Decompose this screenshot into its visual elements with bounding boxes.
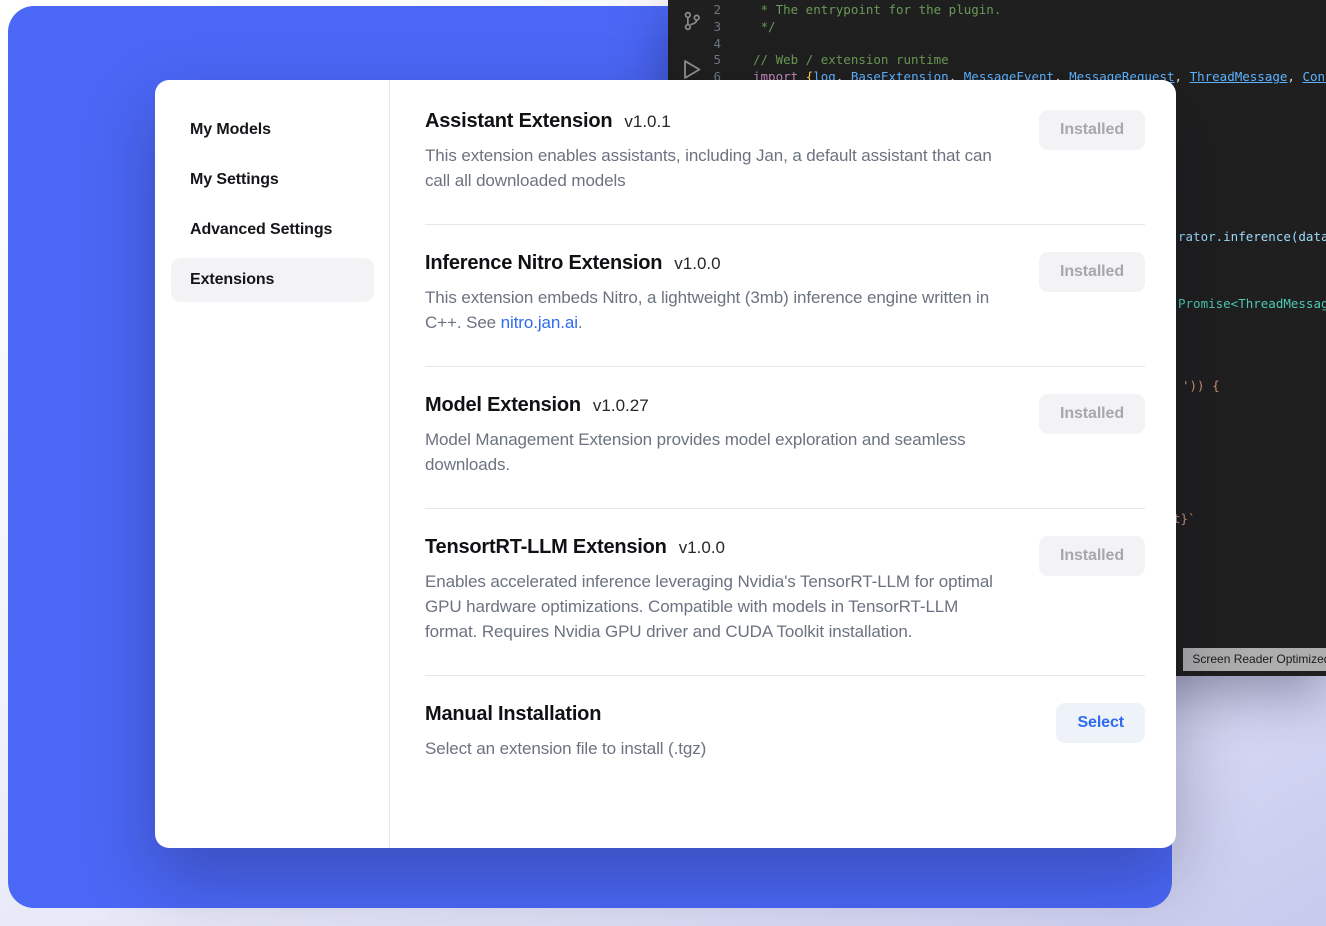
nitro-jan-ai-link[interactable]: nitro.jan.ai bbox=[501, 313, 578, 332]
code-token: ThreadMessage bbox=[1190, 69, 1288, 84]
extension-version: v1.0.27 bbox=[593, 396, 649, 416]
sidebar-item-extensions[interactable]: Extensions bbox=[171, 258, 374, 302]
sidebar-item-advanced-settings[interactable]: Advanced Settings bbox=[171, 208, 374, 252]
extension-section-inference-nitro-extension: Inference Nitro Extension v1.0.0 This exte… bbox=[425, 225, 1145, 367]
code-token: ContentType bbox=[1302, 69, 1326, 84]
code-fragment: Promise<ThreadMessage> bbox=[1178, 296, 1326, 313]
extension-section-tensortrt-llm-extension: TensortRT-LLM Extension v1.0.0 Enables acc… bbox=[425, 509, 1145, 676]
extension-title: Assistant Extension bbox=[425, 110, 612, 133]
extension-version: v1.0.1 bbox=[624, 112, 670, 132]
extension-info: Manual Installation Select an extension f… bbox=[425, 703, 706, 761]
extension-description: Model Management Extension provides mode… bbox=[425, 427, 1015, 477]
sidebar-item-my-models[interactable]: My Models bbox=[171, 108, 374, 152]
sidebar-item-my-settings[interactable]: My Settings bbox=[171, 158, 374, 202]
extension-section-assistant-extension: Assistant Extension v1.0.1 This extension … bbox=[425, 80, 1145, 225]
description-text: Model Management Extension provides mode… bbox=[425, 430, 966, 474]
extension-title: Manual Installation bbox=[425, 703, 601, 726]
model-extension-installed-button[interactable]: Installed bbox=[1039, 394, 1145, 434]
code-line-5: 5 // Web / extension runtime bbox=[668, 52, 1326, 69]
settings-sidebar: My Models My Settings Advanced Settings Ext… bbox=[155, 80, 390, 848]
code-token: * The entrypoint for the plugin. bbox=[753, 2, 1001, 17]
extension-section-manual-installation: Manual Installation Select an extension f… bbox=[425, 676, 1145, 792]
description-text: Select an extension file to install (.tg… bbox=[425, 739, 706, 758]
settings-modal: My Models My Settings Advanced Settings Ext… bbox=[155, 80, 1176, 848]
extension-title-row: Model Extension v1.0.27 bbox=[425, 394, 1015, 417]
extension-description: Enables accelerated inference leveraging… bbox=[425, 569, 1015, 644]
extension-title-row: Assistant Extension v1.0.1 bbox=[425, 110, 1015, 133]
line-number: 3 bbox=[668, 19, 735, 36]
description-text: This extension enables assistants, inclu… bbox=[425, 146, 992, 190]
code-line-4: 4 bbox=[668, 36, 1326, 53]
extension-description: This extension embeds Nitro, a lightweig… bbox=[425, 285, 1015, 335]
code-token: */ bbox=[753, 19, 776, 34]
code-text: // Web / extension runtime bbox=[753, 52, 949, 69]
tensortrt-llm-extension-installed-button[interactable]: Installed bbox=[1039, 536, 1145, 576]
extension-section-model-extension: Model Extension v1.0.27 Model Management E… bbox=[425, 367, 1145, 509]
extension-title: TensortRT-LLM Extension bbox=[425, 536, 667, 559]
code-token: , bbox=[1287, 69, 1302, 84]
extension-info: Assistant Extension v1.0.1 This extension … bbox=[425, 110, 1015, 193]
editor-status-bar: go Screen Reader Optimized bbox=[1160, 648, 1326, 671]
code-fragment: t}` bbox=[1173, 511, 1196, 528]
extension-title: Inference Nitro Extension bbox=[425, 252, 662, 275]
assistant-extension-installed-button[interactable]: Installed bbox=[1039, 110, 1145, 150]
code-token: , bbox=[1175, 69, 1190, 84]
code-line-3: 3 */ bbox=[668, 19, 1326, 36]
screenshot-root: 2 * The entrypoint for the plugin.3 */45… bbox=[0, 0, 1326, 926]
extension-description: Select an extension file to install (.tg… bbox=[425, 736, 706, 761]
code-line-2: 2 * The entrypoint for the plugin. bbox=[668, 2, 1326, 19]
line-number: 4 bbox=[668, 36, 735, 53]
extension-description: This extension enables assistants, inclu… bbox=[425, 143, 1015, 193]
extension-title-row: Inference Nitro Extension v1.0.0 bbox=[425, 252, 1015, 275]
code-fragment: rator.inference(data)); bbox=[1178, 229, 1326, 246]
extension-version: v1.0.0 bbox=[674, 254, 720, 274]
extension-info: Inference Nitro Extension v1.0.0 This exte… bbox=[425, 252, 1015, 335]
extension-info: Model Extension v1.0.27 Model Management E… bbox=[425, 394, 1015, 477]
line-number: 2 bbox=[668, 2, 735, 19]
code-text: * The entrypoint for the plugin. bbox=[753, 2, 1001, 19]
screen-reader-optimized-badge[interactable]: Screen Reader Optimized bbox=[1183, 648, 1326, 671]
code-token: // Web / extension runtime bbox=[753, 52, 949, 67]
line-number: 5 bbox=[668, 52, 735, 69]
description-text: Enables accelerated inference leveraging… bbox=[425, 572, 993, 641]
extension-info: TensortRT-LLM Extension v1.0.0 Enables acc… bbox=[425, 536, 1015, 644]
extension-title-row: Manual Installation bbox=[425, 703, 706, 726]
code-fragment: ')) { bbox=[1182, 378, 1220, 395]
extensions-list: Assistant Extension v1.0.1 This extension … bbox=[390, 80, 1176, 848]
description-text: . bbox=[578, 313, 583, 332]
inference-nitro-extension-installed-button[interactable]: Installed bbox=[1039, 252, 1145, 292]
code-lines: 2 * The entrypoint for the plugin.3 */45… bbox=[668, 2, 1326, 86]
code-text: */ bbox=[753, 19, 776, 36]
manual-installation-select-button[interactable]: Select bbox=[1056, 703, 1145, 743]
extension-title: Model Extension bbox=[425, 394, 581, 417]
extension-version: v1.0.0 bbox=[679, 538, 725, 558]
extension-title-row: TensortRT-LLM Extension v1.0.0 bbox=[425, 536, 1015, 559]
